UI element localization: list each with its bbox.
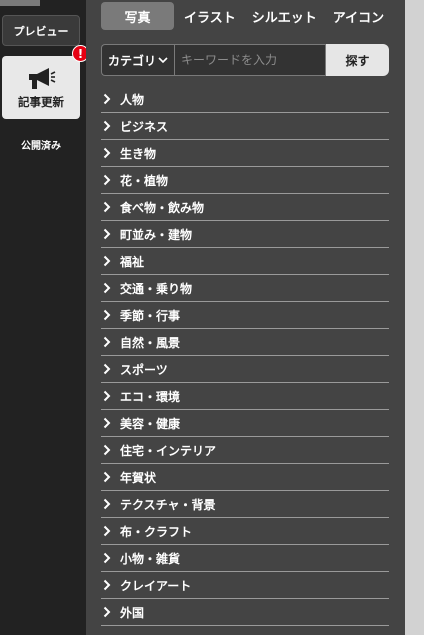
category-label: 外国 bbox=[120, 605, 145, 620]
category-item[interactable]: 花・植物 bbox=[101, 167, 389, 194]
tab-photo[interactable]: 写真 bbox=[101, 2, 174, 30]
category-label: クレイアート bbox=[120, 578, 192, 593]
preview-button[interactable]: プレビュー bbox=[2, 15, 80, 46]
category-label: エコ・環境 bbox=[120, 389, 181, 404]
category-label: 年賀状 bbox=[120, 470, 157, 485]
chevron-right-icon bbox=[103, 390, 111, 402]
category-item[interactable]: 小物・雑貨 bbox=[101, 545, 389, 572]
category-label: 花・植物 bbox=[120, 173, 169, 188]
category-item[interactable]: テクスチャ・背景 bbox=[101, 491, 389, 518]
category-item[interactable]: 年賀状 bbox=[101, 464, 389, 491]
chevron-right-icon bbox=[103, 201, 111, 213]
tab-silhouette[interactable]: シルエット bbox=[244, 2, 325, 30]
category-item[interactable]: 交通・乗り物 bbox=[101, 275, 389, 302]
chevron-right-icon bbox=[103, 444, 111, 456]
category-item[interactable]: 町並み・建物 bbox=[101, 221, 389, 248]
sidebar-top-handle bbox=[0, 0, 40, 6]
chevron-right-icon bbox=[103, 498, 111, 510]
update-article-button[interactable]: 記事更新 bbox=[2, 56, 80, 119]
chevron-down-icon bbox=[158, 57, 168, 64]
category-label: 交通・乗り物 bbox=[120, 281, 193, 296]
category-item[interactable]: エコ・環境 bbox=[101, 383, 389, 410]
media-type-tabs: 写真 イラスト シルエット アイコン bbox=[101, 2, 392, 30]
update-article-label: 記事更新 bbox=[18, 95, 64, 109]
search-button[interactable]: 探す bbox=[326, 44, 389, 76]
category-label: 食べ物・飲み物 bbox=[120, 200, 205, 215]
category-item[interactable]: 外国 bbox=[101, 599, 389, 626]
chevron-right-icon bbox=[103, 363, 111, 375]
category-item[interactable]: 布・クラフト bbox=[101, 518, 389, 545]
category-select-label: カテゴリ bbox=[107, 53, 156, 68]
chevron-right-icon bbox=[103, 282, 111, 294]
chevron-right-icon bbox=[103, 174, 111, 186]
category-item[interactable]: 人物 bbox=[101, 86, 389, 113]
chevron-right-icon bbox=[103, 93, 111, 105]
chevron-right-icon bbox=[103, 309, 111, 321]
megaphone-icon bbox=[29, 68, 56, 89]
category-item[interactable]: 季節・行事 bbox=[101, 302, 389, 329]
category-item[interactable]: クレイアート bbox=[101, 572, 389, 599]
material-panel: 写真 イラスト シルエット アイコン カテゴリ 探す 人物ビジネス生き物花・植物… bbox=[86, 0, 405, 635]
category-label: 住宅・インテリア bbox=[120, 443, 217, 458]
category-label: テクスチャ・背景 bbox=[120, 497, 216, 512]
chevron-right-icon bbox=[103, 228, 111, 240]
right-scroll-area bbox=[405, 0, 424, 635]
category-label: 町並み・建物 bbox=[120, 227, 193, 242]
chevron-right-icon bbox=[103, 579, 111, 591]
chevron-right-icon bbox=[103, 120, 111, 132]
category-label: スポーツ bbox=[120, 362, 168, 377]
category-item[interactable]: 自然・風景 bbox=[101, 329, 389, 356]
tab-illustration[interactable]: イラスト bbox=[176, 2, 244, 30]
chevron-right-icon bbox=[103, 336, 111, 348]
category-item[interactable]: スポーツ bbox=[101, 356, 389, 383]
chevron-right-icon bbox=[103, 606, 111, 618]
category-label: 生き物 bbox=[120, 146, 157, 161]
chevron-right-icon bbox=[103, 417, 111, 429]
chevron-right-icon bbox=[103, 471, 111, 483]
chevron-right-icon bbox=[103, 255, 111, 267]
published-status: 公開済み bbox=[21, 141, 61, 152]
category-item[interactable]: 美容・健康 bbox=[101, 410, 389, 437]
category-label: 自然・風景 bbox=[120, 335, 181, 350]
keyword-input[interactable] bbox=[174, 44, 326, 76]
chevron-right-icon bbox=[103, 525, 111, 537]
category-item[interactable]: 生き物 bbox=[101, 140, 389, 167]
category-label: ビジネス bbox=[120, 119, 169, 134]
category-item[interactable]: ビジネス bbox=[101, 113, 389, 140]
search-bar: カテゴリ 探す bbox=[101, 44, 389, 76]
tab-icon[interactable]: アイコン bbox=[325, 2, 392, 30]
chevron-right-icon bbox=[103, 147, 111, 159]
category-select[interactable]: カテゴリ bbox=[101, 44, 174, 76]
category-label: 人物 bbox=[120, 92, 145, 107]
category-label: 季節・行事 bbox=[120, 308, 181, 323]
category-label: 布・クラフト bbox=[120, 524, 193, 539]
category-item[interactable]: 福祉 bbox=[101, 248, 389, 275]
category-label: 美容・健康 bbox=[120, 416, 181, 431]
category-label: 福祉 bbox=[120, 254, 145, 269]
category-item[interactable]: 住宅・インテリア bbox=[101, 437, 389, 464]
category-item[interactable]: 食べ物・飲み物 bbox=[101, 194, 389, 221]
category-label: 小物・雑貨 bbox=[120, 551, 181, 566]
category-list: 人物ビジネス生き物花・植物食べ物・飲み物 町並み・建物 福祉交通・乗り物 季節・行事自… bbox=[101, 86, 389, 626]
chevron-right-icon bbox=[103, 552, 111, 564]
left-sidebar: プレビュー 記事更新 ! 公開済み bbox=[0, 0, 89, 635]
